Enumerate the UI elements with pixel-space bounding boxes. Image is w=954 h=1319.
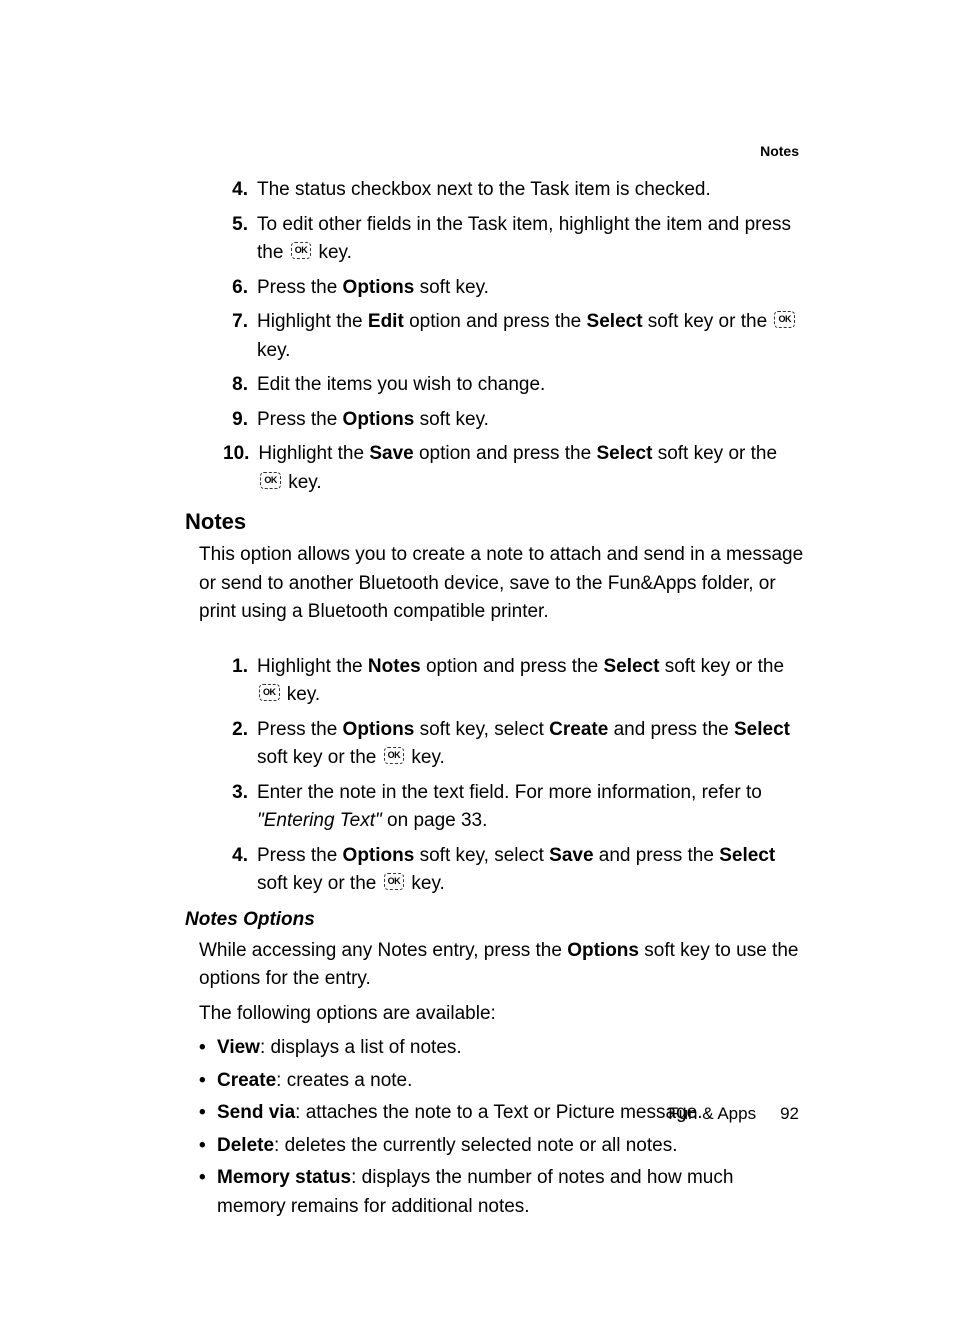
page: Notes 4. The status checkbox next to the…: [0, 0, 954, 1319]
list-item: 4. The status checkbox next to the Task …: [223, 176, 804, 205]
item-number: 8.: [223, 371, 257, 400]
item-number: 9.: [223, 406, 257, 435]
notes-options-available: The following options are available:: [199, 1000, 804, 1029]
item-number: 4.: [223, 842, 257, 899]
item-body: Press the Options soft key.: [257, 406, 804, 435]
notes-steps-list: 1. Highlight the Notes option and press …: [223, 653, 804, 899]
list-item: 1. Highlight the Notes option and press …: [223, 653, 804, 710]
task-steps-list: 4. The status checkbox next to the Task …: [223, 176, 804, 497]
notes-options-intro: While accessing any Notes entry, press t…: [199, 937, 804, 994]
ok-key-icon: OK: [259, 684, 280, 701]
notes-heading: Notes: [185, 509, 804, 535]
list-item: 2. Press the Options soft key, select Cr…: [223, 716, 804, 773]
notes-options-heading: Notes Options: [185, 909, 804, 931]
section-header-label: Notes: [760, 143, 799, 159]
item-number: 2.: [223, 716, 257, 773]
notes-intro: This option allows you to create a note …: [199, 541, 804, 627]
item-number: 7.: [223, 308, 257, 365]
list-item: 9. Press the Options soft key.: [223, 406, 804, 435]
ok-key-icon: OK: [384, 747, 405, 764]
item-number: 10.: [223, 440, 258, 497]
list-item: Memory status: displays the number of no…: [199, 1164, 804, 1221]
item-body: Highlight the Notes option and press the…: [257, 653, 804, 710]
item-number: 5.: [223, 211, 257, 268]
list-item: 6. Press the Options soft key.: [223, 274, 804, 303]
ok-key-icon: OK: [774, 311, 795, 328]
page-footer: Fun & Apps 92: [668, 1104, 799, 1124]
item-body: Press the Options soft key, select Creat…: [257, 716, 804, 773]
list-item: 5. To edit other fields in the Task item…: [223, 211, 804, 268]
item-number: 1.: [223, 653, 257, 710]
page-number: 92: [780, 1104, 799, 1123]
list-item: 7. Highlight the Edit option and press t…: [223, 308, 804, 365]
item-body: The status checkbox next to the Task ite…: [257, 176, 804, 205]
list-item: View: displays a list of notes.: [199, 1034, 804, 1063]
item-number: 3.: [223, 779, 257, 836]
options-bullet-list: View: displays a list of notes. Create: …: [199, 1034, 804, 1221]
item-body: Highlight the Save option and press the …: [258, 440, 804, 497]
ok-key-icon: OK: [384, 873, 405, 890]
item-body: To edit other fields in the Task item, h…: [257, 211, 804, 268]
item-body: Press the Options soft key, select Save …: [257, 842, 804, 899]
item-body: Press the Options soft key.: [257, 274, 804, 303]
list-item: Delete: deletes the currently selected n…: [199, 1132, 804, 1161]
item-body: Highlight the Edit option and press the …: [257, 308, 804, 365]
list-item: 10. Highlight the Save option and press …: [223, 440, 804, 497]
item-body: Enter the note in the text field. For mo…: [257, 779, 804, 836]
list-item: 8. Edit the items you wish to change.: [223, 371, 804, 400]
list-item: Create: creates a note.: [199, 1067, 804, 1096]
ok-key-icon: OK: [260, 472, 281, 489]
item-number: 6.: [223, 274, 257, 303]
list-item: 4. Press the Options soft key, select Sa…: [223, 842, 804, 899]
cross-reference: "Entering Text": [257, 810, 382, 831]
ok-key-icon: OK: [291, 242, 312, 259]
list-item: 3. Enter the note in the text field. For…: [223, 779, 804, 836]
item-body: Edit the items you wish to change.: [257, 371, 804, 400]
footer-section: Fun & Apps: [668, 1104, 756, 1123]
item-number: 4.: [223, 176, 257, 205]
